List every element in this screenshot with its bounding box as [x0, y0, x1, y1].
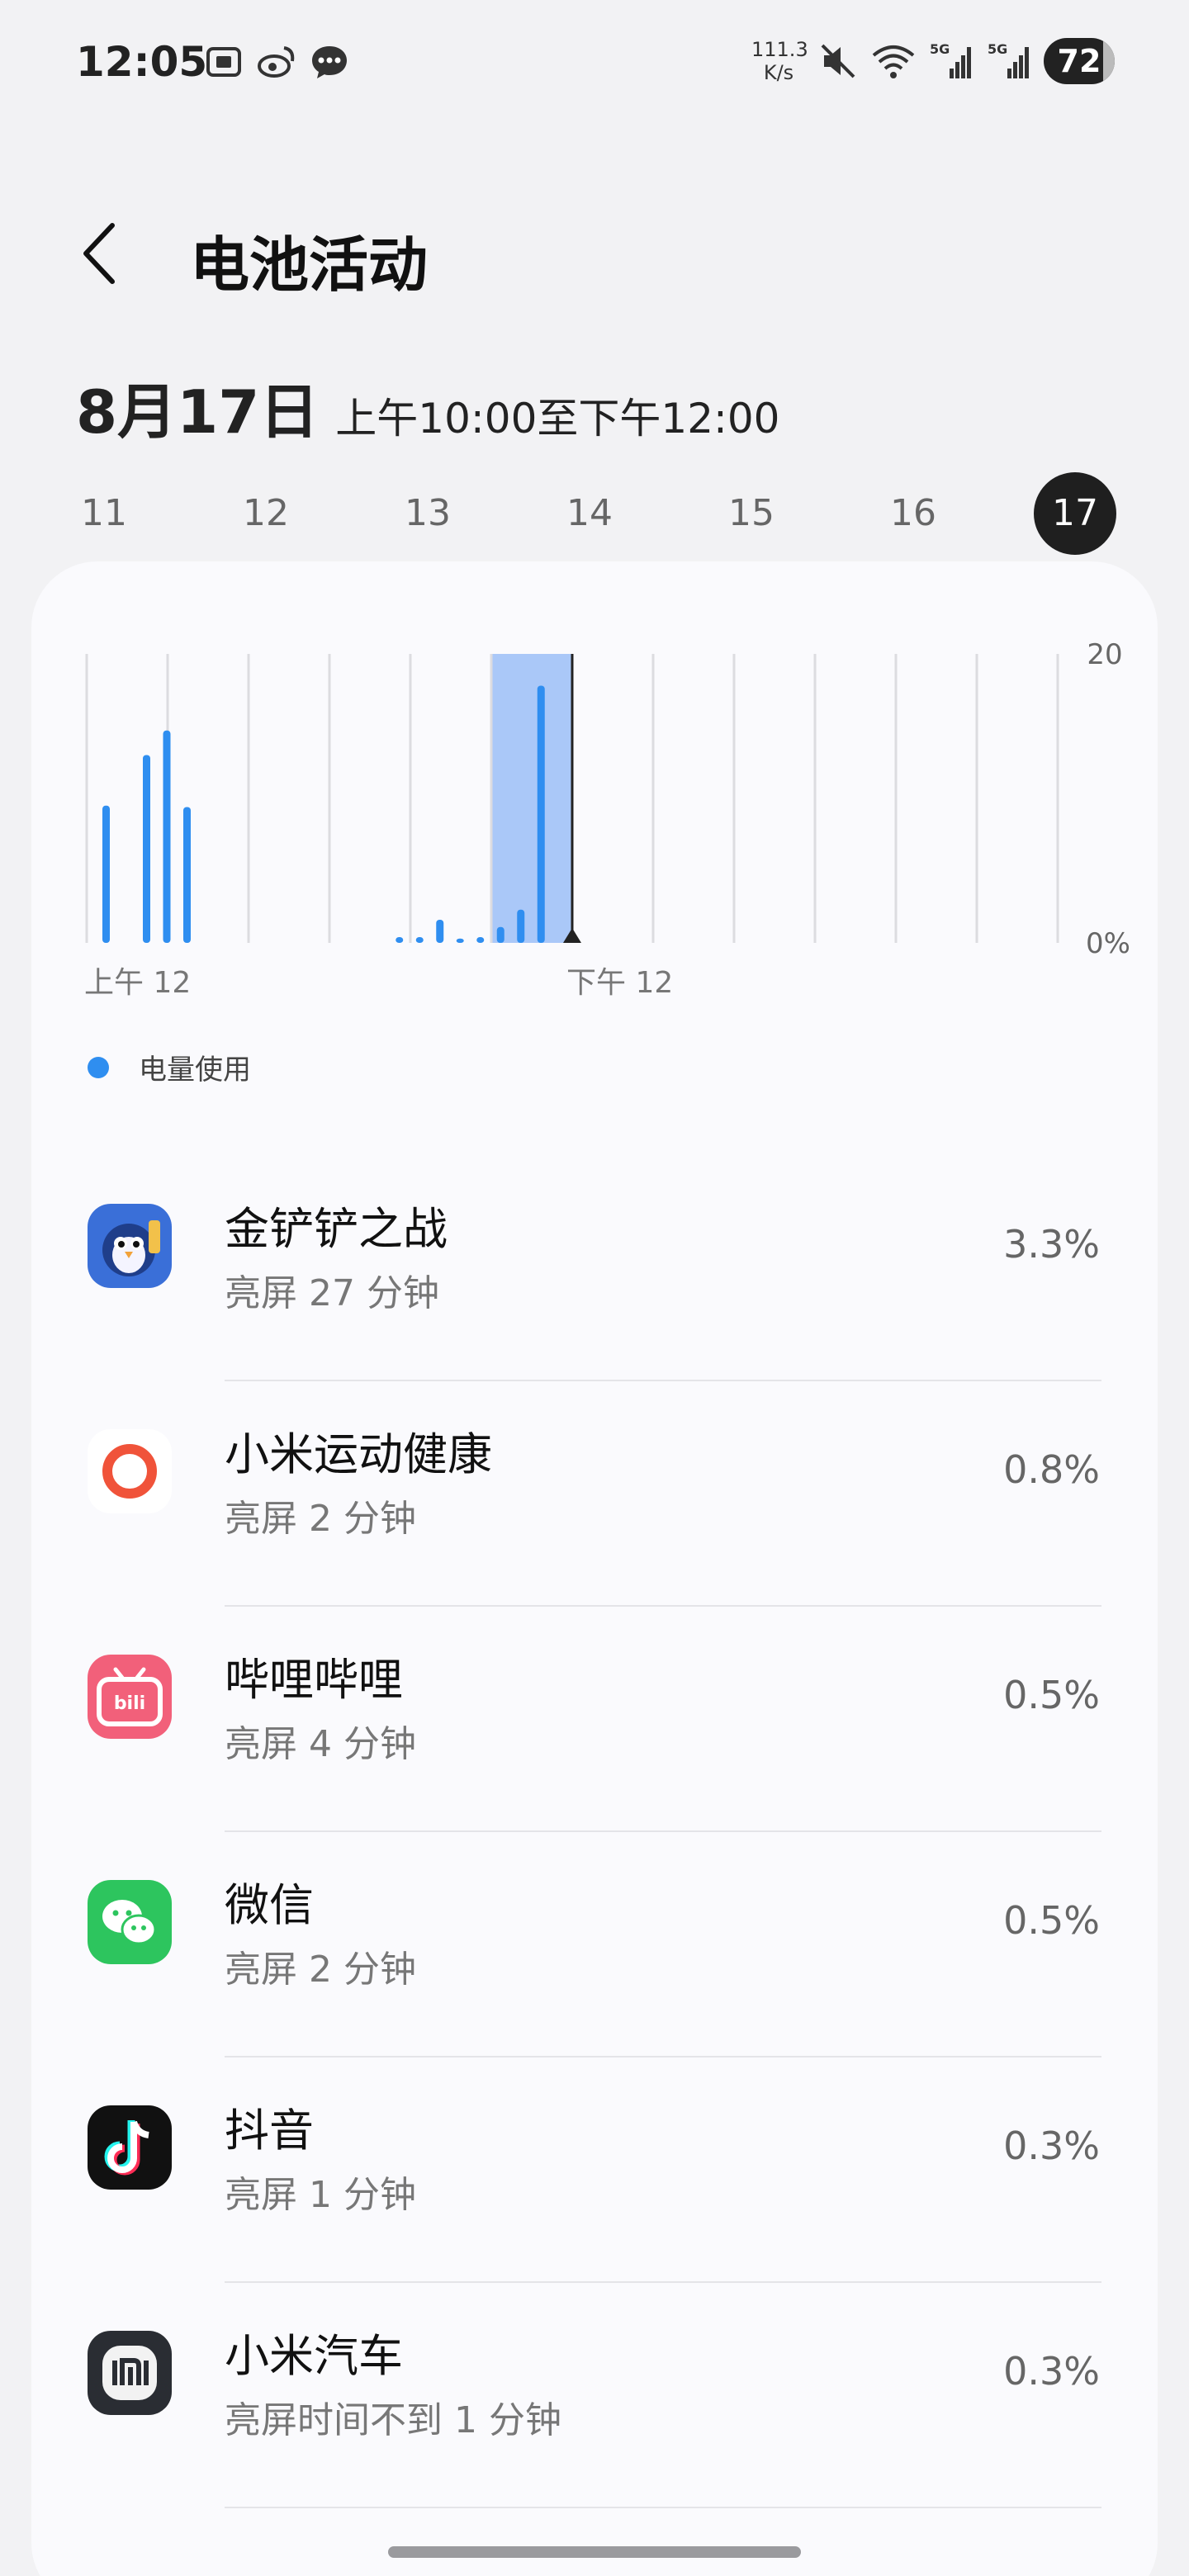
app-row[interactable]: 抖音亮屏 1 分钟 0.3%: [31, 2057, 1158, 2283]
svg-text:5G: 5G: [930, 41, 950, 57]
y-max-label: 20: [1087, 638, 1122, 671]
app-name: 哔哩哔哩: [225, 1654, 403, 1706]
status-time: 12:05: [76, 38, 208, 86]
status-left-icons: [203, 41, 350, 83]
battery-card: 20 0% 上午 12 下午 12 电量使用 金铲铲之战亮屏 27 分钟 3.3% 小米运…: [31, 561, 1158, 2576]
day-16[interactable]: 16: [872, 472, 955, 555]
app-screen-time: 亮屏时间不到 1 分钟: [225, 2399, 561, 2441]
douyin-icon: [88, 2105, 172, 2190]
app-battery-percent: 0.3%: [1003, 2124, 1100, 2168]
chart-bar: [143, 755, 150, 943]
app-battery-percent: 3.3%: [1003, 1222, 1100, 1267]
message-icon: [312, 46, 347, 78]
app-list: 金铲铲之战亮屏 27 分钟 3.3% 小米运动健康亮屏 2 分钟 0.8% bili 哔哩…: [31, 1156, 1158, 2576]
day-15[interactable]: 15: [710, 472, 793, 555]
battery-level: 72: [1057, 43, 1101, 79]
x-label: 上午 12: [84, 966, 191, 1000]
mute-icon: [821, 44, 855, 78]
signal-5g-icon: 5G: [988, 41, 1029, 78]
wifi-icon: [872, 45, 915, 78]
date-range: 上午10:00至下午12:00: [335, 395, 780, 443]
home-indicator[interactable]: [388, 2546, 801, 2558]
chart-bar: [537, 685, 545, 943]
y-min-label: 0%: [1086, 927, 1130, 960]
app-battery-percent: 0.8%: [1003, 1447, 1100, 1492]
app-row[interactable]: 小米汽车亮屏时间不到 1 分钟 0.3%: [31, 2283, 1158, 2508]
app-row[interactable]: OneUI 主屏幕: [31, 2508, 1158, 2576]
day-12[interactable]: 12: [225, 472, 307, 555]
chart-bar: [102, 805, 110, 943]
chart-svg: 20 0% 上午 12 下午 12: [84, 638, 1130, 1000]
xiaomi-car-icon: [88, 2331, 172, 2415]
app-name: 小米运动健康: [225, 1428, 492, 1480]
net-speed: 111.3 K/s: [751, 38, 808, 84]
battery-indicator: 72: [1044, 38, 1115, 84]
x-label: 下午 12: [566, 966, 673, 1000]
chevron-left-icon: [83, 223, 115, 284]
day-17[interactable]: 17: [1034, 472, 1116, 555]
page-title: 电池活动: [190, 230, 429, 300]
bilibili-icon: bili: [88, 1655, 172, 1739]
weibo-icon: [258, 46, 295, 78]
svg-text:5G: 5G: [988, 41, 1007, 57]
back-button[interactable]: [79, 216, 137, 291]
date-row: 8月17日 上午10:00至下午12:00: [76, 363, 779, 450]
chart-bar: [496, 926, 504, 943]
screen-capture-icon: [206, 47, 241, 77]
chart-bar: [183, 807, 191, 943]
battery-empty-part: [1103, 38, 1115, 84]
app-screen-time: 亮屏 4 分钟: [225, 1723, 416, 1765]
date-main: 8月17日: [76, 377, 320, 447]
app-battery-percent: 0.5%: [1003, 1898, 1100, 1943]
app-row[interactable]: 金铲铲之战亮屏 27 分钟 3.3%: [31, 1156, 1158, 1381]
day-13[interactable]: 13: [386, 472, 469, 555]
app-name: 金铲铲之战: [225, 1203, 448, 1255]
wechat-icon: [88, 1880, 172, 1964]
chart-bar: [396, 937, 404, 943]
app-screen-time: 亮屏 1 分钟: [225, 2174, 416, 2216]
chart-bar: [456, 938, 464, 943]
legend-dot: [88, 1056, 109, 1078]
app-name: 微信: [225, 1879, 314, 1931]
net-speed-value: 111.3: [751, 38, 808, 61]
legend-label: 电量使用: [139, 1054, 251, 1087]
app-row[interactable]: 小米运动健康亮屏 2 分钟 0.8%: [31, 1381, 1158, 1607]
net-speed-unit: K/s: [763, 61, 794, 84]
app-screen-time: 亮屏 27 分钟: [225, 1272, 439, 1314]
app-screen-time: 亮屏 2 分钟: [225, 1498, 416, 1540]
chart-bar: [415, 937, 424, 943]
chart-legend: 电量使用: [88, 1047, 251, 1087]
app-name: 抖音: [225, 2105, 314, 2157]
chart-bar: [476, 937, 485, 943]
day-14[interactable]: 14: [548, 472, 631, 555]
day-11[interactable]: 11: [63, 472, 145, 555]
chart-bar: [436, 920, 444, 943]
signal-5g-icon: 5G: [930, 41, 971, 78]
app-screen-time: 亮屏 2 分钟: [225, 1949, 416, 1991]
app-name: 小米汽车: [225, 2330, 403, 2382]
chart-bar: [163, 730, 171, 943]
app-battery-percent: 0.5%: [1003, 1673, 1100, 1717]
status-right: 111.3 K/s 5G 5G 72: [751, 38, 1115, 84]
app-battery-percent: 0.3%: [1003, 2349, 1100, 2394]
jinchanchan-icon: [88, 1204, 172, 1288]
battery-usage-chart[interactable]: 20 0% 上午 12 下午 12: [31, 561, 1158, 1024]
app-row[interactable]: bili 哔哩哔哩亮屏 4 分钟 0.5%: [31, 1607, 1158, 1832]
app-row[interactable]: 微信亮屏 2 分钟 0.5%: [31, 1832, 1158, 2057]
status-bar: 12:05 111.3 K/s 5G 5G 72: [0, 0, 1189, 132]
svg-text:bili: bili: [114, 1693, 145, 1714]
day-selector: 11 12 13 14 15 16 17: [63, 472, 1144, 555]
selection-band: [491, 654, 572, 943]
mi-fitness-icon: [88, 1429, 172, 1513]
chart-bar: [517, 909, 525, 943]
